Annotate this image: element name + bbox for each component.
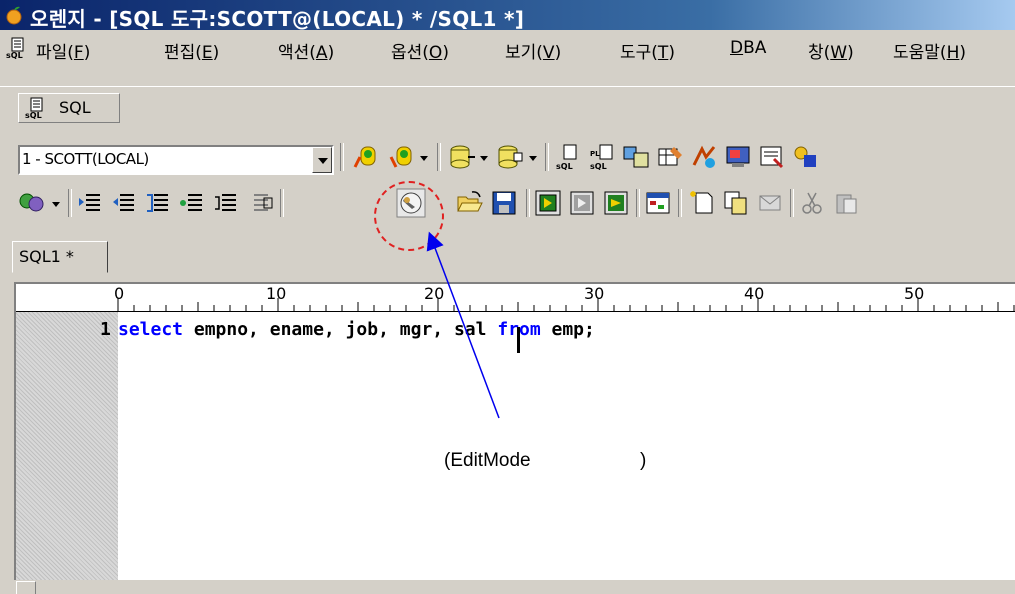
ruler-mark: 0 (114, 284, 125, 303)
database-export-icon[interactable] (496, 143, 524, 171)
toolbar-separator (636, 189, 640, 217)
disconnect-icon[interactable] (388, 143, 416, 171)
session-monitor-icon[interactable] (724, 143, 752, 171)
svg-text:sQL: sQL (556, 162, 573, 171)
horizontal-scrollbar[interactable] (14, 580, 1015, 594)
title-bar: 오렌지 - [SQL 도구:SCOTT@(LOCAL) * /SQL1 *] (0, 0, 1015, 31)
toolbar-separator (280, 189, 284, 217)
line-number: 1 (100, 319, 111, 340)
toolbar-separator (340, 143, 344, 171)
svg-text:sQL: sQL (6, 51, 23, 59)
menu-bar: sQL 파일(F) 편집(E) 액션(A) 옵션(O) 보기(V) 도구(T) … (0, 31, 1015, 65)
column-ruler: 0 10 20 30 40 50 (16, 284, 1015, 312)
menu-action[interactable]: 액션(A) (278, 38, 334, 63)
menu-edit[interactable]: 편집(E) (164, 38, 219, 63)
outdent-icon[interactable] (110, 189, 138, 217)
menu-tools[interactable]: 도구(T) (620, 38, 675, 63)
ruler-ticks (117, 298, 1015, 311)
tab-sql1-label: SQL1 * (19, 247, 74, 266)
save-icon[interactable] (490, 189, 518, 217)
menu-file[interactable]: 파일(F) (36, 38, 90, 63)
toolbar-separator (437, 143, 441, 171)
database-link-icon[interactable] (18, 189, 46, 217)
menu-help[interactable]: 도움말(H) (893, 38, 966, 63)
plsql-editor-icon[interactable]: PL sQL (588, 143, 616, 171)
code-token: empno, ename, job, mgr, sal (183, 319, 498, 340)
editor-tab-strip: SQL1 * (0, 233, 1015, 279)
code-token: emp; (540, 319, 595, 340)
user-manager-icon[interactable] (792, 143, 820, 171)
sql-editor-icon[interactable]: sQL (554, 143, 582, 171)
toolbar-separator (790, 189, 794, 217)
application-window: 오렌지 - [SQL 도구:SCOTT@(LOCAL) * /SQL1 *] s… (0, 0, 1015, 594)
mail-icon[interactable] (756, 189, 784, 217)
lower-case-icon[interactable] (246, 189, 274, 217)
ruler-mark: 50 (904, 284, 925, 303)
tab-sql1[interactable]: SQL1 * (12, 241, 108, 273)
chevron-down-icon[interactable] (312, 147, 332, 173)
toolbar-separator (526, 189, 530, 217)
connection-select-value: 1 - SCOTT(LOCAL) (22, 150, 149, 168)
chevron-down-icon[interactable] (52, 202, 60, 207)
uncomment-block-icon[interactable] (178, 189, 206, 217)
execute-icon[interactable] (534, 189, 562, 217)
comment-block-icon[interactable] (144, 189, 172, 217)
execute-script-icon[interactable] (568, 189, 596, 217)
sql-document-icon[interactable]: sQL (6, 37, 28, 59)
annotation-label-close: ) (640, 450, 647, 471)
highlight-circle (374, 181, 444, 251)
sql-window-button[interactable]: sQL SQL (18, 93, 120, 123)
toolbar-separator (545, 143, 549, 171)
ruler-mark: 20 (424, 284, 445, 303)
database-icon[interactable] (448, 143, 476, 171)
report-icon[interactable] (758, 143, 786, 171)
schema-browser-icon[interactable] (622, 143, 650, 171)
sql-document-icon: sQL (25, 97, 43, 119)
sql-editor[interactable]: 0 10 20 30 40 50 1 select empno, ename, … (14, 282, 1015, 594)
keyword-token: select (118, 319, 184, 340)
scroll-left-button[interactable] (16, 581, 36, 594)
code-line[interactable]: select empno, ename, job, mgr, sal from … (118, 319, 595, 340)
upper-case-icon[interactable] (212, 189, 240, 217)
toolbar-separator (678, 189, 682, 217)
text-caret (517, 327, 520, 353)
menu-window[interactable]: 창(W) (808, 38, 854, 63)
svg-text:sQL: sQL (25, 111, 42, 119)
query-builder-icon[interactable] (690, 143, 718, 171)
menu-view[interactable]: 보기(V) (505, 38, 561, 63)
chevron-down-icon[interactable] (529, 156, 537, 161)
line-number-gutter (16, 312, 118, 594)
svg-text:sQL: sQL (590, 162, 607, 171)
copy-icon[interactable] (722, 189, 750, 217)
connect-icon[interactable] (352, 143, 380, 171)
menu-options[interactable]: 옵션(O) (391, 38, 449, 63)
sql-window-bar: sQL SQL (0, 86, 1015, 127)
menu-dba[interactable]: DBA (730, 38, 766, 58)
chevron-down-icon[interactable] (480, 156, 488, 161)
sql-window-button-label: SQL (59, 98, 91, 117)
indent-icon[interactable] (76, 189, 104, 217)
execute-step-icon[interactable] (602, 189, 630, 217)
ruler-mark: 10 (266, 284, 287, 303)
open-folder-icon[interactable] (456, 189, 484, 217)
connection-select[interactable]: 1 - SCOTT(LOCAL) (18, 145, 334, 175)
toolbar-separator (68, 189, 72, 217)
chevron-down-icon[interactable] (420, 156, 428, 161)
window-title: 오렌지 - [SQL 도구:SCOTT@(LOCAL) * /SQL1 *] (30, 7, 525, 31)
svg-text:PL: PL (590, 150, 600, 158)
ruler-mark: 40 (744, 284, 765, 303)
table-edit-icon[interactable] (656, 143, 684, 171)
orange-app-icon (6, 6, 22, 25)
annotation-label: (EditMode (444, 450, 531, 471)
paste-icon[interactable] (832, 189, 860, 217)
ruler-mark: 30 (584, 284, 605, 303)
new-document-icon[interactable] (688, 189, 716, 217)
toolbar-connection: 1 - SCOTT(LOCAL) sQL PL sQL (0, 137, 1015, 177)
toolbar-editor (0, 183, 1015, 223)
explain-plan-icon[interactable] (644, 189, 672, 217)
cut-icon[interactable] (798, 189, 826, 217)
